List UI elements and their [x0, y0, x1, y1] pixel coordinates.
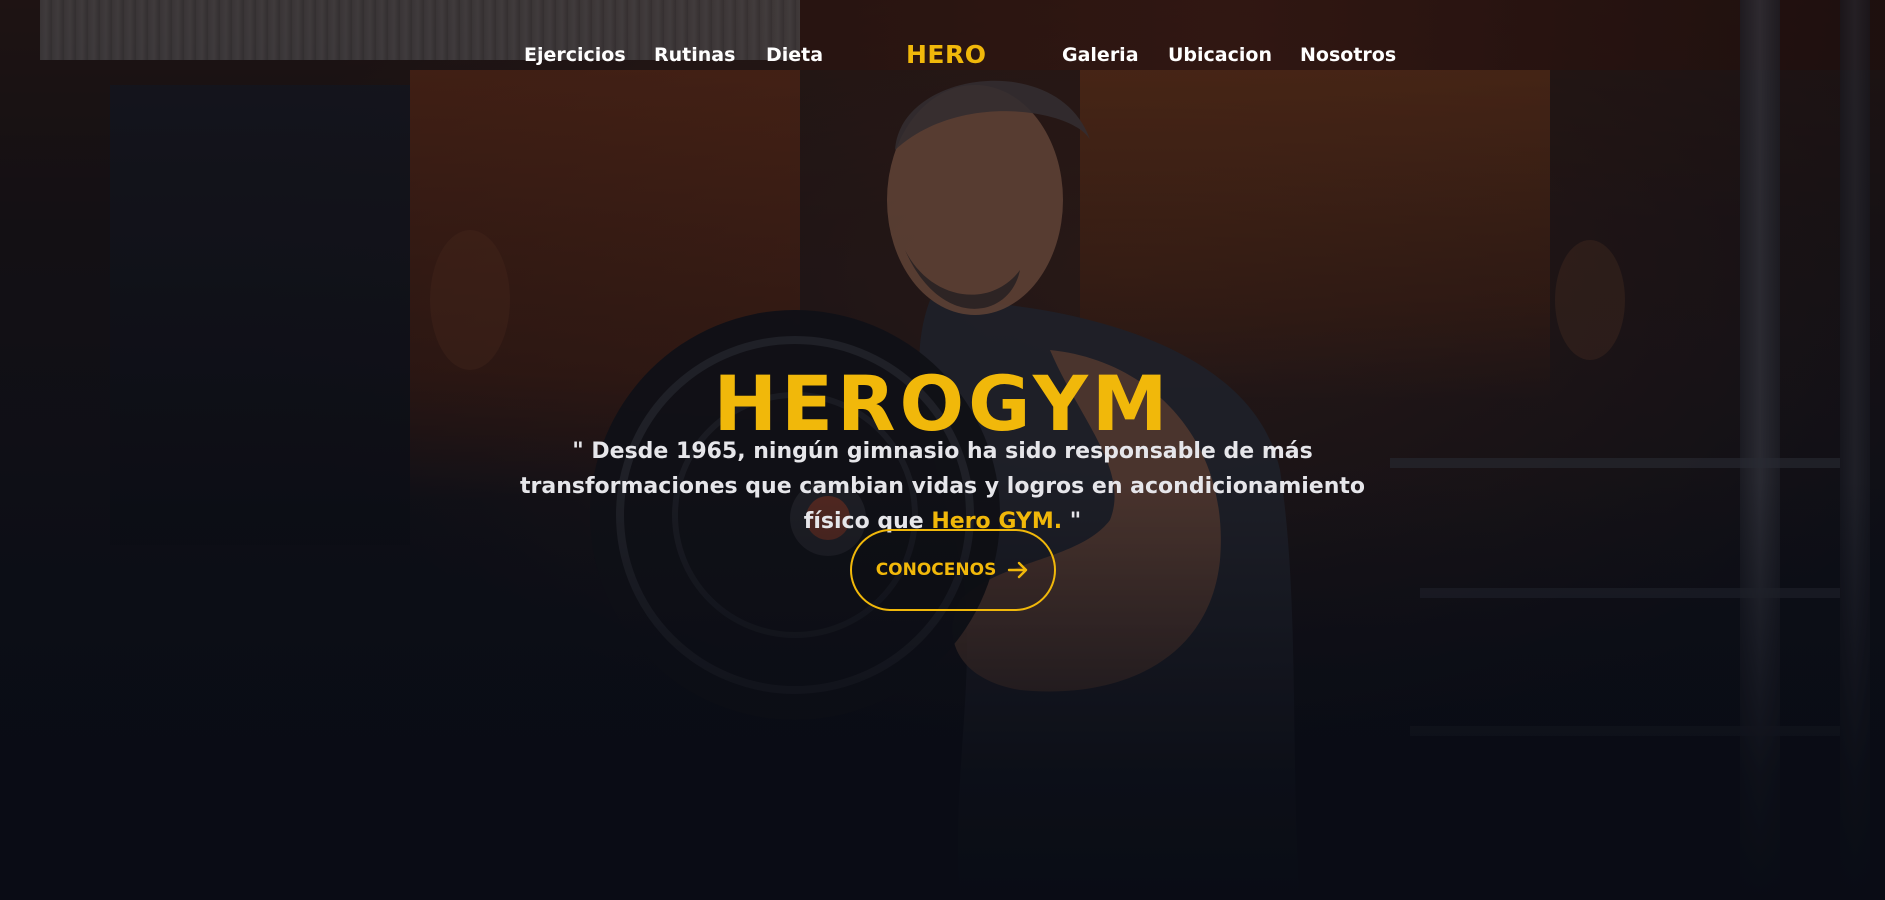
arrow-right-icon — [1006, 558, 1030, 582]
hero-quote: " Desde 1965, ningún gimnasio ha sido re… — [490, 434, 1395, 539]
main-nav: Ejercicios Rutinas Dieta HERO Galeria Ub… — [0, 40, 1885, 74]
nav-ejercicios[interactable]: Ejercicios — [524, 44, 626, 66]
nav-nosotros[interactable]: Nosotros — [1300, 44, 1396, 66]
hero-section: Ejercicios Rutinas Dieta HERO Galeria Ub… — [0, 0, 1885, 900]
site-logo[interactable]: HERO — [906, 40, 987, 69]
conocenos-button[interactable]: CONOCENOS — [850, 529, 1056, 611]
cta-label: CONOCENOS — [875, 560, 997, 580]
nav-dieta[interactable]: Dieta — [766, 44, 823, 66]
nav-ubicacion[interactable]: Ubicacion — [1168, 44, 1272, 66]
nav-galeria[interactable]: Galeria — [1062, 44, 1139, 66]
nav-rutinas[interactable]: Rutinas — [654, 44, 735, 66]
quote-closing: " — [1062, 509, 1082, 534]
